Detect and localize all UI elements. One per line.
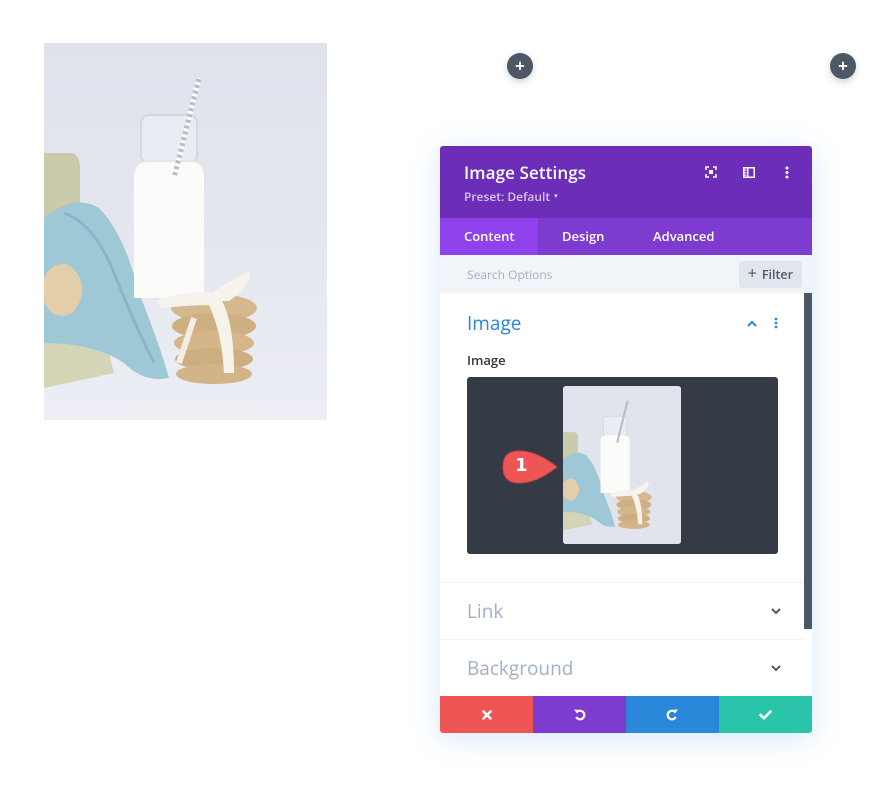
chevron-down-icon[interactable] [770, 605, 782, 617]
modal-header: Image Settings Preset: Default ▾ [440, 146, 812, 218]
redo-icon [666, 709, 678, 721]
preset-dropdown[interactable]: Preset: Default ▾ [464, 188, 558, 205]
annotation-number: 1 [515, 455, 528, 476]
undo-button[interactable] [533, 696, 626, 733]
section-title: Background [467, 655, 574, 681]
tab-bar: Content Design Advanced [440, 218, 812, 255]
plus-icon: + [838, 53, 848, 77]
caret-down-icon: ▾ [554, 192, 558, 201]
section-background: Background [440, 640, 804, 696]
image-upload-field[interactable]: 1 [467, 377, 778, 554]
save-button[interactable] [719, 696, 812, 733]
section-image-header[interactable]: Image [440, 293, 804, 351]
section-link: Link [440, 583, 804, 640]
plus-icon: + [515, 53, 525, 77]
add-section-button[interactable]: + [507, 53, 533, 79]
image-settings-modal: Image Settings Preset: Default ▾ Content… [440, 146, 812, 733]
close-icon [481, 709, 492, 720]
preset-label: Preset: Default [464, 188, 551, 205]
filter-button[interactable]: + Filter [738, 260, 802, 288]
image-preview-thumbnail [563, 386, 681, 544]
section-title: Image [467, 310, 522, 336]
add-row-button[interactable]: + [830, 53, 856, 79]
redo-button[interactable] [626, 696, 719, 733]
modal-footer [440, 696, 812, 733]
scrollbar[interactable] [804, 293, 812, 629]
canvas-photo[interactable] [44, 43, 327, 420]
cancel-button[interactable] [440, 696, 533, 733]
image-field-label: Image [467, 351, 506, 369]
search-options-input[interactable] [467, 265, 667, 283]
chevron-down-icon[interactable] [770, 662, 782, 674]
search-bar: + Filter [440, 255, 812, 293]
undo-icon [574, 709, 586, 721]
tab-content[interactable]: Content [440, 218, 538, 255]
chevron-up-icon[interactable] [746, 317, 758, 329]
filter-label: Filter [761, 265, 793, 283]
section-background-header[interactable]: Background [440, 640, 804, 696]
more-options-icon[interactable] [780, 165, 794, 179]
section-link-header[interactable]: Link [440, 583, 804, 639]
tab-advanced[interactable]: Advanced [629, 218, 738, 255]
annotation-badge: 1 [501, 449, 559, 485]
expand-icon[interactable] [704, 165, 718, 179]
settings-content: Image Image 1 Link Background [440, 293, 812, 696]
plus-icon: + [747, 262, 757, 284]
milk-cookies-photo [44, 43, 327, 420]
section-title: Link [467, 598, 504, 624]
sidebar-toggle-icon[interactable] [742, 165, 756, 179]
tab-design[interactable]: Design [538, 218, 629, 255]
section-options-icon[interactable] [770, 317, 782, 329]
section-image: Image Image 1 [440, 293, 804, 583]
check-icon [759, 709, 772, 719]
